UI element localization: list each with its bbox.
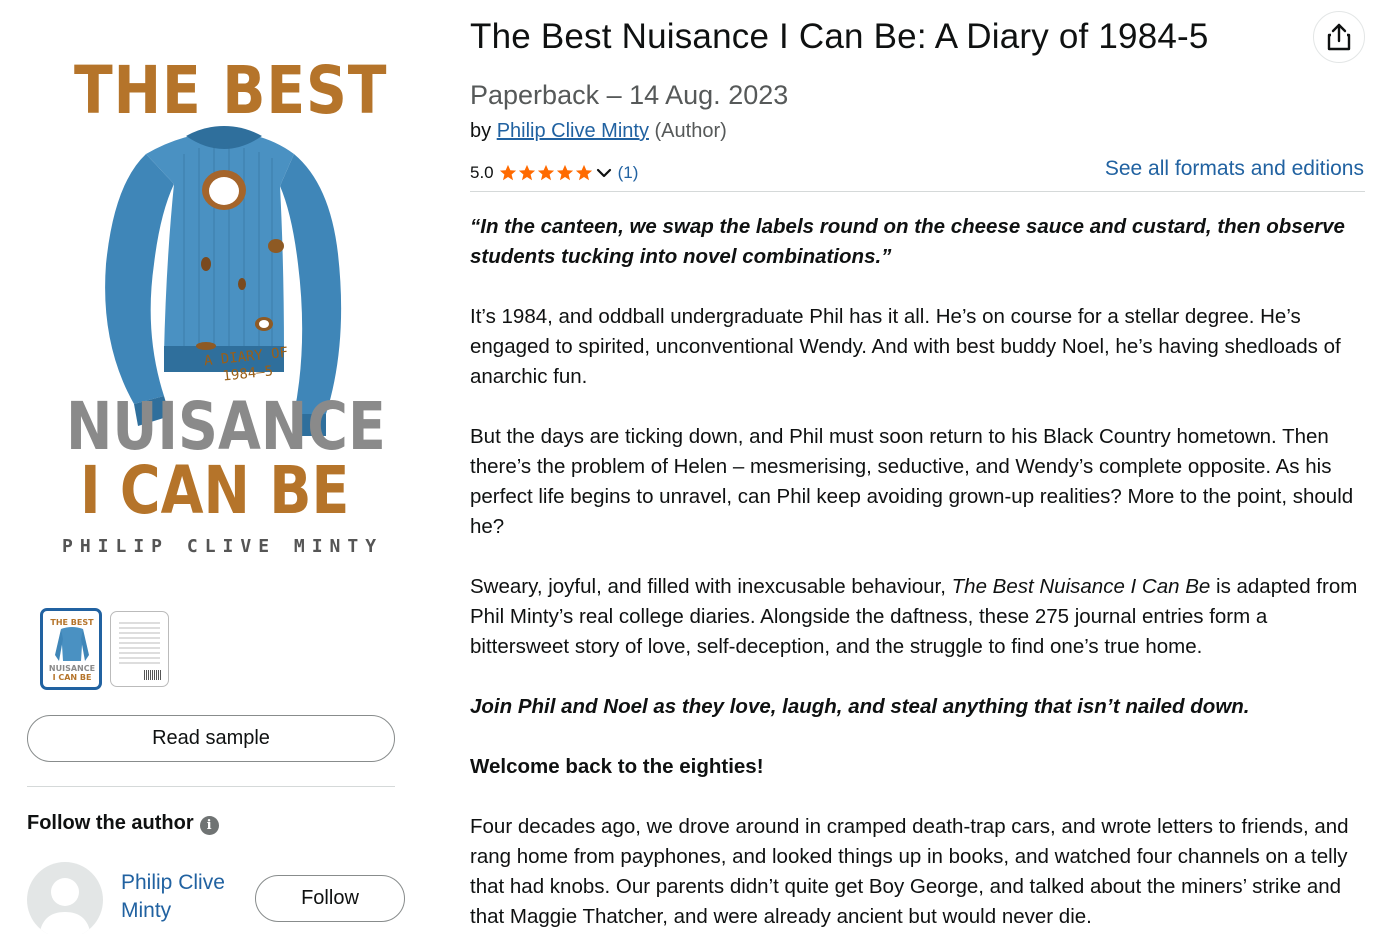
info-icon[interactable]: i [199,815,219,835]
format-and-date: Paperback – 14 Aug. 2023 [470,80,789,110]
star-icon [556,164,573,181]
cover-author: PHILIP CLIVE MINTY [62,536,384,557]
author-name-link[interactable]: Philip Clive Minty [121,869,241,925]
description-paragraph: Sweary, joyful, and filled with inexcusa… [470,572,1365,662]
follow-author-heading: Follow the author i [27,812,219,835]
follow-button[interactable]: Follow [255,875,405,922]
rating-value: 5.0 [470,163,494,182]
person-placeholder-icon [39,878,91,934]
follow-heading-label: Follow the author [27,812,194,834]
product-title: The Best Nuisance I Can Be: A Diary of 1… [470,17,1209,56]
share-icon [1327,23,1351,51]
description-paragraph: Four decades ago, we drove around in cra… [470,815,1349,928]
mini-title-mid: NUISANCE [49,664,95,673]
rating-count-link[interactable]: (1) [618,163,639,183]
star-icon [518,164,535,181]
description-paragraph: But the days are ticking down, and Phil … [470,425,1354,538]
author-role: (Author) [654,120,727,142]
star-icon [575,164,592,181]
description-heading: Welcome back to the eighties! [470,755,764,778]
star-icon [499,164,516,181]
barcode-icon [144,670,162,680]
rating-row: 5.0 (1) [470,160,638,186]
read-sample-button[interactable]: Read sample [27,715,395,762]
share-button[interactable] [1313,11,1365,63]
byline-prefix: by [470,120,492,142]
star-icon [537,164,554,181]
thumbnail-back-cover[interactable] [110,611,169,687]
byline: by Philip Clive Minty (Author) [470,120,727,143]
author-avatar[interactable] [27,862,103,934]
image-panel: THE BEST A DIARY OF 1984–5 NUISANCE I CA… [0,0,440,934]
book-cover-image[interactable]: THE BEST A DIARY OF 1984–5 NUISANCE I CA… [52,44,386,574]
description-tagline: Join Phil and Noel as they love, laugh, … [470,695,1250,718]
author-link[interactable]: Philip Clive Minty [497,120,649,142]
book-description: “In the canteen, we swap the labels roun… [470,212,1365,934]
divider [470,191,1365,192]
description-text: Sweary, joyful, and filled with inexcusa… [470,575,952,598]
see-all-formats-link[interactable]: See all formats and editions [1105,157,1364,181]
cover-title-bottom: I CAN BE [80,452,350,529]
thumbnail-strip: THE BEST NUISANCE I CAN BE [40,608,169,690]
description-book-title: The Best Nuisance I Can Be [951,575,1211,598]
back-cover-text-lines [119,622,160,667]
front-cover-thumbnail-image: THE BEST NUISANCE I CAN BE [49,618,95,682]
star-rating[interactable] [499,164,593,182]
description-paragraph: It’s 1984, and oddball undergraduate Phi… [470,305,1341,388]
mini-title-bot: I CAN BE [53,673,92,682]
description-quote: “In the canteen, we swap the labels roun… [470,215,1345,268]
mini-title-top: THE BEST [50,618,94,627]
thumbnail-front-cover[interactable]: THE BEST NUISANCE I CAN BE [40,608,102,690]
divider [27,786,395,787]
chevron-down-icon[interactable] [595,164,613,182]
